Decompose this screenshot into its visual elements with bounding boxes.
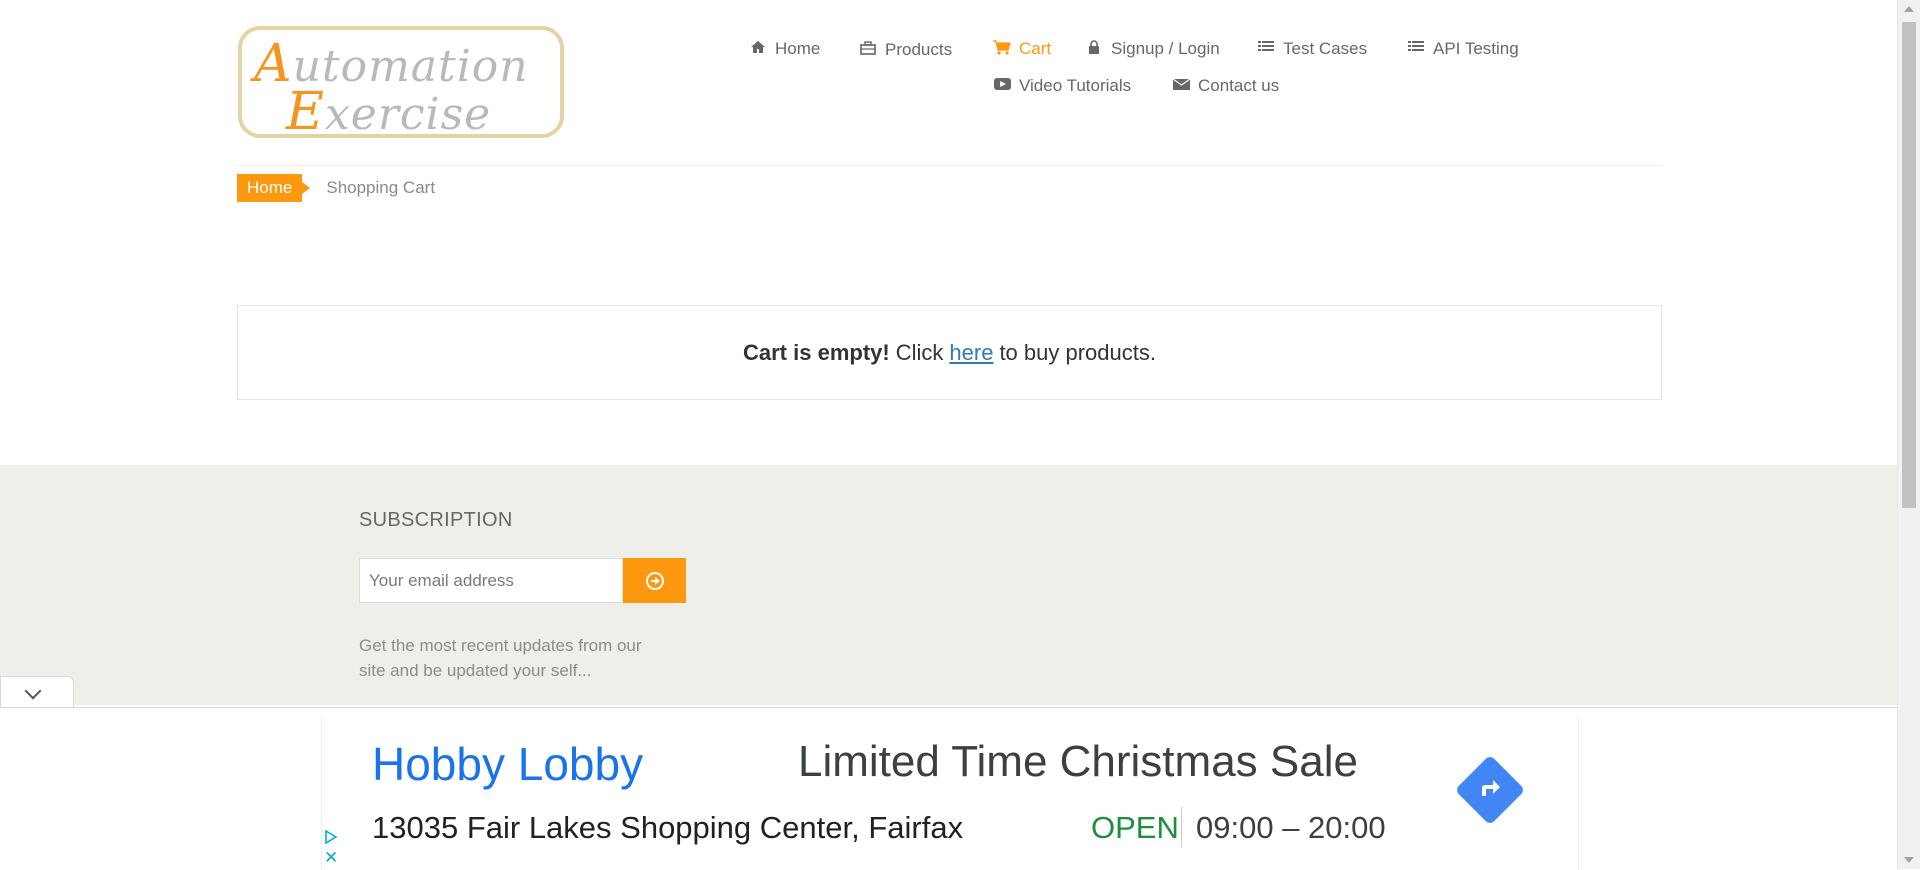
- subscription-title: SUBSCRIPTION: [359, 509, 513, 531]
- nav-products-label: Products: [885, 40, 953, 59]
- nav-api-testing-label: API Testing: [1433, 39, 1519, 58]
- ad-close-icon[interactable]: ✕: [324, 849, 338, 866]
- arrow-circle-right-icon: [645, 571, 664, 590]
- ad-choices-icon[interactable]: [324, 830, 338, 844]
- ad-brand[interactable]: Hobby Lobby: [372, 737, 643, 791]
- scroll-down-icon[interactable]: [1904, 857, 1914, 863]
- chevron-down-icon: [24, 682, 42, 700]
- nav-products[interactable]: Products: [859, 40, 952, 60]
- lock-icon: [1085, 39, 1103, 59]
- header-divider: [238, 165, 1662, 166]
- subscription-description: Get the most recent updates from our sit…: [359, 636, 642, 680]
- subscribe-button[interactable]: [623, 558, 686, 603]
- nav-cart-label: Cart: [1019, 39, 1052, 58]
- scroll-up-icon[interactable]: [1904, 6, 1914, 12]
- empty-cart-message: Cart is empty! Click here to buy product…: [237, 305, 1662, 400]
- site-logo[interactable]: Automation Exercise: [238, 26, 564, 142]
- nav-home[interactable]: Home: [749, 39, 820, 59]
- logo-letter-e: E: [286, 82, 325, 142]
- scrollbar-thumb[interactable]: [1902, 22, 1916, 508]
- nav-signup-login-label: Signup / Login: [1111, 39, 1220, 58]
- footer: SUBSCRIPTION Get the most recent updates…: [0, 465, 1898, 705]
- nav-video-tutorials[interactable]: Video Tutorials: [993, 76, 1131, 96]
- buy-products-link[interactable]: here: [949, 340, 993, 366]
- breadcrumb-current: Shopping Cart: [326, 178, 436, 197]
- ad-content[interactable]: Hobby Lobby Limited Time Christmas Sale …: [321, 717, 1579, 870]
- ad-open-status: OPEN: [1091, 810, 1179, 845]
- home-icon: [749, 40, 767, 58]
- breadcrumb-home-link[interactable]: Home: [237, 174, 311, 202]
- empty-cart-click-text: Click: [895, 339, 944, 365]
- subscription-email-input[interactable]: [359, 558, 623, 603]
- list-icon: [1257, 40, 1275, 58]
- envelope-icon: [1172, 78, 1190, 95]
- nav-contact-us-label: Contact us: [1198, 76, 1280, 95]
- ad-separator: [1181, 807, 1182, 847]
- empty-cart-tail-text: to buy products.: [999, 339, 1156, 365]
- ad-address: 13035 Fair Lakes Shopping Center, Fairfa…: [372, 810, 964, 845]
- ad-hours: 09:00 – 20:00: [1196, 810, 1386, 845]
- nav-cart[interactable]: Cart: [993, 39, 1051, 59]
- briefcase-icon: [859, 41, 877, 59]
- nav-home-label: Home: [775, 39, 821, 58]
- empty-cart-heading: Cart is empty!: [743, 339, 890, 365]
- page-scrollbar[interactable]: [1897, 0, 1920, 869]
- directions-arrow-icon: [1475, 774, 1505, 804]
- nav-api-testing[interactable]: API Testing: [1407, 39, 1519, 59]
- logo-word-exercise: xercise: [324, 89, 492, 140]
- youtube-play-icon: [993, 77, 1011, 95]
- nav-test-cases-label: Test Cases: [1283, 39, 1368, 58]
- nav-signup-login[interactable]: Signup / Login: [1085, 39, 1220, 59]
- nav-video-tutorials-label: Video Tutorials: [1019, 76, 1132, 95]
- nav-test-cases[interactable]: Test Cases: [1257, 39, 1367, 59]
- cart-icon: [993, 39, 1011, 59]
- ad-collapse-toggle[interactable]: [0, 676, 74, 709]
- ad-banner: Hobby Lobby Limited Time Christmas Sale …: [0, 707, 1898, 870]
- list-icon: [1407, 40, 1425, 58]
- nav-contact-us[interactable]: Contact us: [1172, 76, 1279, 96]
- ad-headline[interactable]: Limited Time Christmas Sale: [798, 737, 1358, 787]
- breadcrumb: Home Shopping Cart: [237, 174, 435, 202]
